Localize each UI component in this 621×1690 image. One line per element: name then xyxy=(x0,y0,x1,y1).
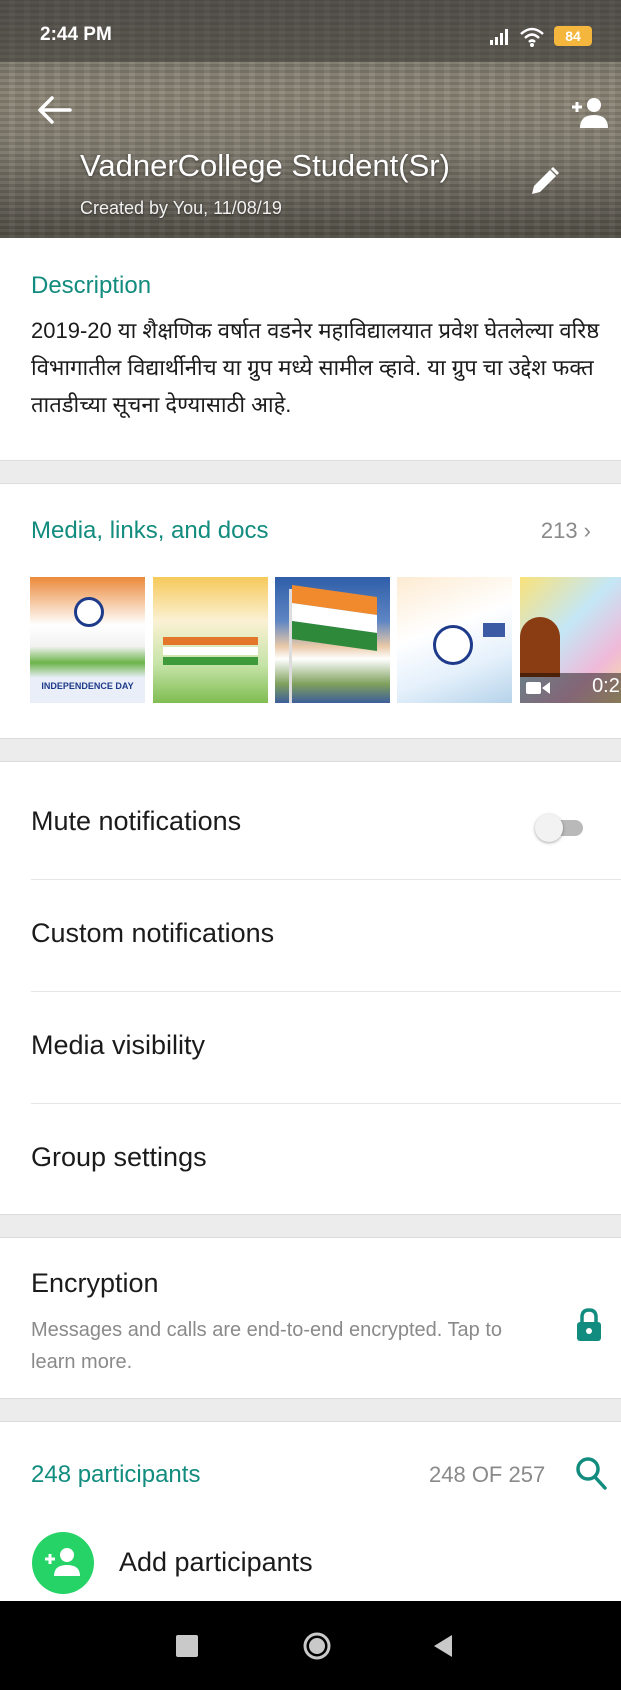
thumbnail-caption: INDEPENDENCE DAY xyxy=(41,681,134,691)
description-section[interactable]: Description 2019-20 या शैक्षणिक वर्षात व… xyxy=(0,238,621,460)
flag-stripe xyxy=(163,647,258,655)
battery-indicator: 84 xyxy=(554,26,592,46)
search-icon[interactable] xyxy=(574,1454,608,1492)
participants-count: 248 OF 257 xyxy=(429,1462,546,1487)
status-bar: 2:44 PM 84 xyxy=(0,0,621,62)
media-thumbnail[interactable]: INDEPENDENCE DAY xyxy=(30,577,145,703)
encryption-subtitle: Messages and calls are end-to-end encryp… xyxy=(31,1319,503,1373)
mute-notifications-label: Mute notifications xyxy=(31,806,242,836)
group-settings-label: Group settings xyxy=(31,1142,207,1172)
media-section: Media, links, and docs 213 › INDEPENDENC… xyxy=(0,484,621,738)
group-created-info: Created by You, 11/08/19 xyxy=(80,198,282,218)
media-thumbnail[interactable] xyxy=(397,577,512,703)
ashoka-chakra-icon xyxy=(433,625,473,665)
section-divider xyxy=(0,1398,621,1422)
media-visibility-row[interactable]: Media visibility xyxy=(0,992,621,1104)
toggle-knob xyxy=(535,814,563,842)
media-thumbnails: INDEPENDENCE DAY 0:23 xyxy=(30,577,621,703)
add-person-icon[interactable] xyxy=(569,94,609,130)
section-divider xyxy=(0,460,621,484)
add-participant-avatar xyxy=(32,1532,94,1594)
media-thumbnail[interactable] xyxy=(275,577,390,703)
media-visibility-label: Media visibility xyxy=(31,1030,206,1060)
media-label[interactable]: Media, links, and docs xyxy=(31,517,268,545)
flag-stripe xyxy=(163,637,258,645)
facebook-icon xyxy=(483,623,505,637)
video-camera-icon xyxy=(526,682,550,694)
group-name: VadnerCollege Student(Sr) xyxy=(80,148,450,183)
home-circle-icon[interactable] xyxy=(302,1631,332,1661)
wifi-icon xyxy=(520,27,544,47)
custom-notifications-label: Custom notifications xyxy=(31,918,275,948)
participants-label: 248 participants xyxy=(31,1461,201,1488)
section-divider xyxy=(0,738,621,762)
recents-square-icon[interactable] xyxy=(176,1635,198,1657)
mute-notifications-row[interactable]: Mute notifications xyxy=(0,768,621,880)
add-participants-button[interactable]: Add participants xyxy=(0,1528,621,1602)
custom-notifications-row[interactable]: Custom notifications xyxy=(0,880,621,992)
video-duration: 0:23 xyxy=(592,675,621,697)
media-thumbnail[interactable] xyxy=(153,577,268,703)
navigation-bar xyxy=(0,1601,621,1690)
ashoka-chakra-icon xyxy=(74,597,104,627)
status-time: 2:44 PM xyxy=(40,24,112,45)
edit-pencil-icon[interactable] xyxy=(526,164,562,200)
back-arrow-icon[interactable] xyxy=(34,92,74,128)
lock-icon xyxy=(577,1308,601,1341)
group-settings-row[interactable]: Group settings xyxy=(0,1104,621,1216)
video-thumbnail[interactable]: 0:23 xyxy=(520,577,621,703)
add-participants-label: Add participants xyxy=(119,1547,313,1577)
mute-toggle[interactable] xyxy=(535,812,587,842)
encryption-row[interactable]: Encryption Messages and calls are end-to… xyxy=(0,1238,621,1398)
encryption-title: Encryption xyxy=(31,1268,159,1298)
person-silhouette xyxy=(520,617,560,677)
description-text: 2019-20 या शैक्षणिक वर्षात वडनेर महाविद्… xyxy=(31,318,600,417)
signal-icon xyxy=(490,29,508,45)
flag-stripe xyxy=(163,657,258,665)
media-count[interactable]: 213 › xyxy=(541,518,591,544)
section-divider xyxy=(0,1214,621,1238)
group-header: 2:44 PM 84 VadnerCollege Student(Sr) Cre… xyxy=(0,0,621,238)
description-label: Description xyxy=(31,272,152,299)
back-triangle-icon[interactable] xyxy=(432,1633,454,1659)
add-person-icon xyxy=(45,1548,80,1576)
